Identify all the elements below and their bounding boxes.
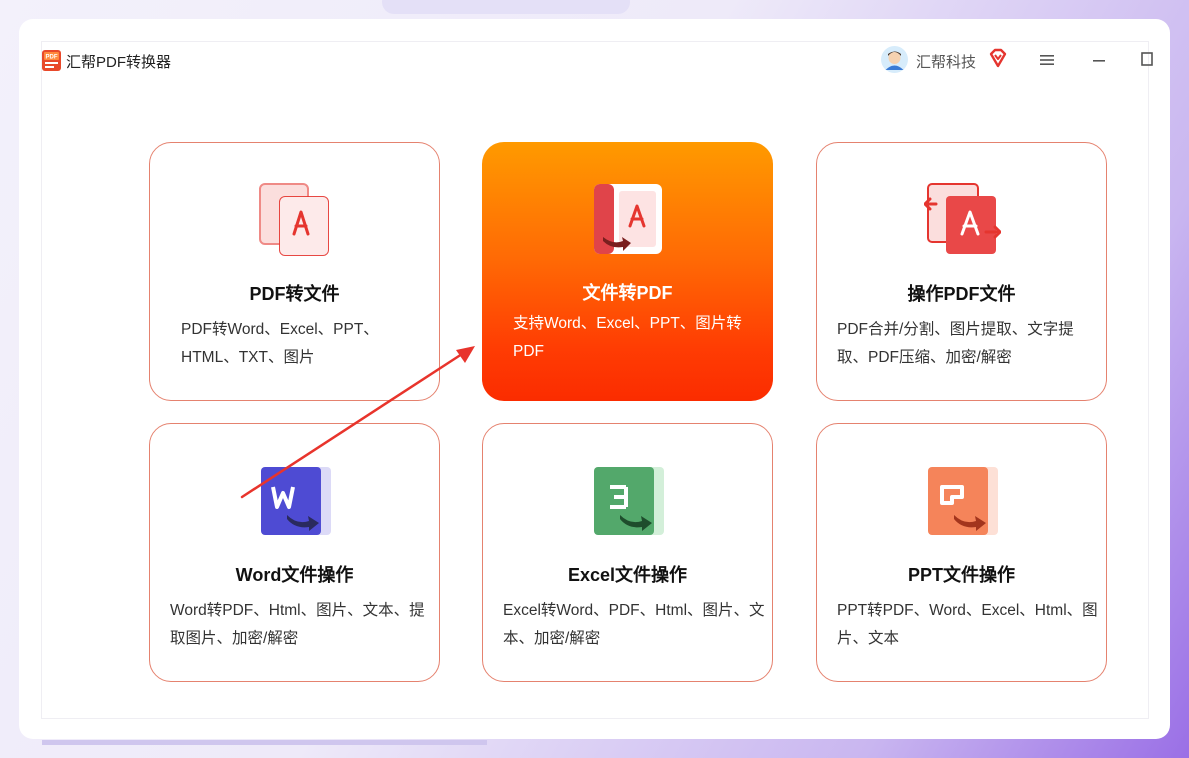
card-ppt-operations[interactable]: PPT文件操作 PPT转PDF、Word、Excel、Html、图片、文本 [816,423,1107,682]
card-description: PDF转Word、Excel、PPT、HTML、TXT、图片 [181,321,379,366]
title-bar: PDF 汇帮PDF转换器 汇帮科技 [19,19,1170,77]
app-title: 汇帮PDF转换器 [66,54,172,71]
minimize-icon[interactable] [1092,55,1106,67]
card-title: PDF转文件 [249,284,340,304]
user-avatar[interactable] [881,46,908,73]
excel-icon [594,467,664,535]
card-title: 文件转PDF [582,283,673,303]
card-pdf-operations[interactable]: 操作PDF文件 PDF合并/分割、图片提取、文字提取、PDF压缩、加密/解密 [816,142,1107,401]
card-file-to-pdf[interactable]: 文件转PDF 支持Word、Excel、PPT、图片转PDF [482,142,773,401]
word-icon [261,467,331,535]
card-description: Excel转Word、PDF、Html、图片、文本、加密/解密 [503,602,765,647]
pdf-logo-icon: PDF [42,50,61,71]
card-description: 支持Word、Excel、PPT、图片转PDF [513,315,742,360]
pdf-operations-icon [924,183,1001,254]
file-to-pdf-icon [594,184,662,254]
card-description: PPT转PDF、Word、Excel、Html、图片、文本 [837,602,1098,647]
maximize-icon[interactable] [1141,52,1153,66]
pdf-to-file-icon [259,183,329,256]
menu-icon[interactable] [1038,52,1056,68]
card-excel-operations[interactable]: Excel文件操作 Excel转Word、PDF、Html、图片、文本、加密/解… [482,423,773,682]
ppt-icon [928,467,998,535]
svg-text:PDF: PDF [46,55,58,61]
card-title: Excel文件操作 [567,565,688,585]
card-word-operations[interactable]: Word文件操作 Word转PDF、Html、图片、文本、提取图片、加密/解密 [149,423,440,682]
card-pdf-to-file[interactable]: PDF转文件 PDF转Word、Excel、PPT、HTML、TXT、图片 [149,142,440,401]
card-description: PDF合并/分割、图片提取、文字提取、PDF压缩、加密/解密 [837,321,1074,366]
card-title: 操作PDF文件 [907,284,1016,304]
card-title: Word文件操作 [235,565,354,585]
vip-diamond-icon[interactable] [988,48,1008,68]
user-name[interactable]: 汇帮科技 [916,51,976,72]
card-description: Word转PDF、Html、图片、文本、提取图片、加密/解密 [170,602,425,647]
background-decoration-bar [42,740,487,745]
background-decoration [382,0,630,14]
card-title: PPT文件操作 [907,565,1015,585]
